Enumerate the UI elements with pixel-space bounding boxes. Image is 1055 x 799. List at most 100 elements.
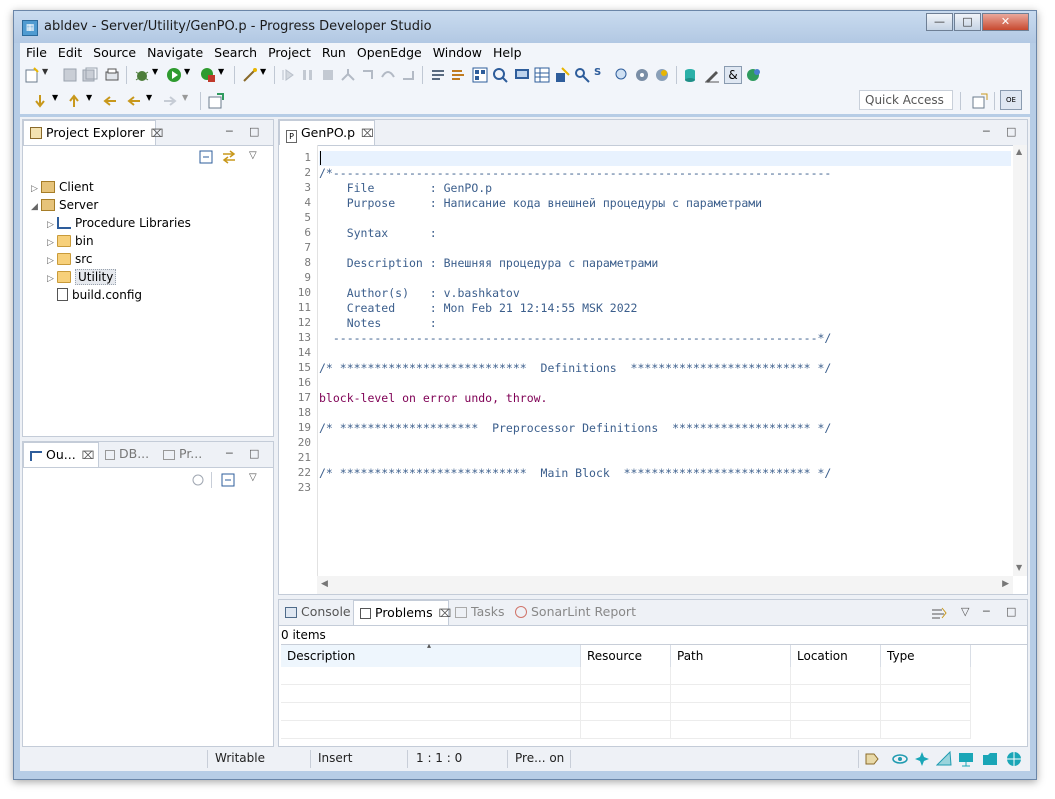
status-globe-icon[interactable]	[1006, 751, 1022, 767]
horizontal-scrollbar[interactable]: ◀ ▶	[317, 576, 1013, 594]
view-menu-icon[interactable]: ▽	[249, 150, 257, 161]
problems-table[interactable]: Description Resource Path Location Type ▴	[281, 641, 1027, 749]
view-menu-icon[interactable]: ▽	[249, 472, 257, 483]
proserve-icon[interactable]	[634, 67, 650, 83]
save-all-icon[interactable]	[82, 67, 98, 83]
suspend-icon[interactable]	[300, 67, 316, 83]
external-tools-icon[interactable]	[200, 67, 216, 83]
status-eye-icon[interactable]	[892, 752, 908, 766]
sql-icon[interactable]: S	[594, 67, 610, 83]
external-tools-dropdown-icon[interactable]: ▼	[218, 67, 234, 83]
tab-db-structure[interactable]: DB...	[105, 442, 149, 467]
disconnect-icon[interactable]	[340, 67, 356, 83]
quick-access-input[interactable]: Quick Access	[859, 90, 953, 110]
menu-navigate[interactable]: Navigate	[141, 43, 208, 62]
database-icon[interactable]	[682, 67, 698, 83]
ampersand-toggle-button[interactable]: &	[724, 66, 742, 84]
step-over-icon[interactable]	[380, 67, 396, 83]
vertical-scrollbar[interactable]: ▲ ▼	[1013, 145, 1027, 576]
terminate-icon[interactable]	[320, 67, 336, 83]
status-presentation-icon[interactable]	[958, 751, 974, 767]
forward-icon[interactable]	[162, 93, 178, 109]
status-star-icon[interactable]	[914, 751, 930, 767]
close-icon[interactable]: ⌧	[151, 127, 164, 140]
column-header-type[interactable]: Type	[881, 645, 971, 667]
pencil-icon[interactable]	[704, 67, 720, 83]
step-return-icon[interactable]	[400, 67, 416, 83]
toggle-breakpoint-icon[interactable]	[430, 67, 446, 83]
menu-search[interactable]: Search	[208, 43, 262, 62]
column-header-resource[interactable]: Resource	[581, 645, 671, 667]
collapse-all-icon[interactable]	[199, 150, 213, 164]
status-folder-icon[interactable]	[982, 751, 998, 767]
menu-project[interactable]: Project	[262, 43, 316, 62]
tab-outline[interactable]: Ou... ⌧	[23, 442, 99, 467]
sort-icon[interactable]	[191, 473, 205, 487]
globe-link-icon[interactable]	[746, 67, 762, 83]
column-header-path[interactable]: Path	[671, 645, 791, 667]
tab-properties[interactable]: Pr...	[163, 442, 202, 467]
back-dropdown-icon[interactable]: ▼	[146, 93, 162, 109]
tree-item[interactable]: ▷ Utility	[47, 268, 117, 286]
tree-item[interactable]: ◢ Server	[31, 196, 98, 214]
run-dropdown-icon[interactable]: ▼	[184, 67, 200, 83]
back-icon[interactable]	[126, 93, 142, 109]
menu-openedge[interactable]: OpenEdge	[351, 43, 427, 62]
status-bookmark-icon[interactable]	[864, 752, 880, 766]
grid-icon[interactable]	[534, 67, 550, 83]
code-area[interactable]: /*--------------------------------------…	[279, 120, 1027, 594]
maximize-view-icon[interactable]: □	[249, 125, 259, 138]
minimize-view-icon[interactable]: ─	[226, 447, 233, 460]
maximize-button[interactable]: □	[954, 13, 981, 31]
zoom-icon[interactable]	[614, 67, 630, 83]
inspect-icon[interactable]	[492, 67, 508, 83]
collapse-all-icon[interactable]	[221, 473, 235, 487]
forward-dropdown-icon[interactable]: ▼	[182, 93, 198, 109]
new-dropdown-icon[interactable]: ▼	[42, 67, 58, 83]
status-measure-icon[interactable]	[936, 751, 952, 767]
menu-source[interactable]: Source	[87, 43, 141, 62]
view-menu-icon[interactable]: ▽	[961, 605, 969, 618]
maximize-view-icon[interactable]: □	[249, 447, 259, 460]
close-icon[interactable]: ⌧	[82, 449, 95, 462]
database-connect-icon[interactable]	[654, 67, 670, 83]
tree-item[interactable]: ▷ bin	[47, 232, 94, 250]
tree-item[interactable]: ▷ Procedure Libraries	[47, 214, 191, 232]
resume-icon[interactable]	[280, 67, 296, 83]
open-console-icon[interactable]	[208, 93, 224, 109]
tab-sonarlint-report[interactable]: SonarLint Report	[515, 600, 636, 625]
tree-item[interactable]: ▷ src	[47, 250, 93, 268]
run-icon[interactable]	[166, 67, 182, 83]
tree-item[interactable]: build.config	[47, 286, 142, 304]
previous-annotation-dropdown-icon[interactable]: ▼	[86, 93, 102, 109]
data-dictionary-icon[interactable]	[554, 67, 570, 83]
close-icon[interactable]: ⌧	[439, 607, 452, 620]
format-icon[interactable]	[450, 67, 466, 83]
print-icon[interactable]	[104, 67, 120, 83]
tree-item[interactable]: ▷ Client	[31, 178, 94, 196]
appbuilder-icon[interactable]	[472, 67, 488, 83]
save-icon[interactable]	[62, 67, 78, 83]
step-into-icon[interactable]	[360, 67, 376, 83]
tab-problems[interactable]: Problems ⌧	[353, 600, 452, 625]
wand-icon[interactable]	[242, 67, 258, 83]
maximize-view-icon[interactable]: □	[1006, 605, 1016, 618]
column-header-location[interactable]: Location	[791, 645, 881, 667]
oe-perspective-button[interactable]: OE	[1000, 90, 1022, 110]
debug-icon[interactable]	[134, 67, 150, 83]
menu-run[interactable]: Run	[316, 43, 351, 62]
menu-window[interactable]: Window	[427, 43, 487, 62]
close-button[interactable]: ✕	[982, 13, 1029, 31]
open-perspective-icon[interactable]	[972, 93, 988, 109]
focus-on-active-task-icon[interactable]	[931, 606, 947, 620]
previous-annotation-icon[interactable]	[66, 93, 82, 109]
minimize-view-icon[interactable]: ─	[983, 605, 990, 618]
tab-project-explorer[interactable]: Project Explorer ⌧	[23, 120, 163, 145]
menu-edit[interactable]: Edit	[52, 43, 87, 62]
monitor-icon[interactable]	[514, 67, 530, 83]
next-annotation-icon[interactable]	[32, 93, 48, 109]
last-edit-icon[interactable]	[102, 93, 118, 109]
menu-file[interactable]: File	[20, 43, 52, 62]
tab-tasks[interactable]: Tasks	[455, 600, 505, 625]
link-with-editor-icon[interactable]	[221, 150, 237, 164]
